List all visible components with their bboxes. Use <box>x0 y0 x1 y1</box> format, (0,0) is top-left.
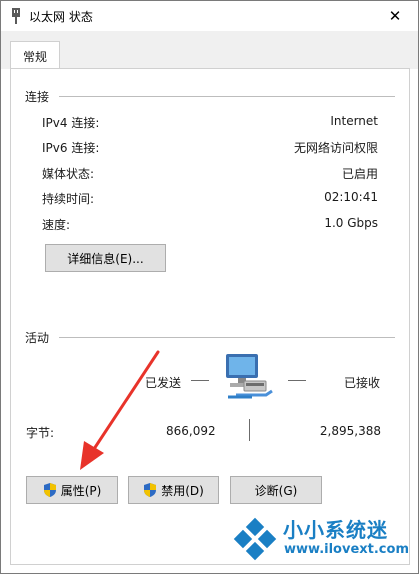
uac-shield-icon <box>144 483 157 497</box>
connection-divider <box>59 96 395 97</box>
sent-dash <box>191 380 209 381</box>
tab-general[interactable]: 常规 <box>10 41 60 70</box>
duration-value: 02:10:41 <box>324 190 378 204</box>
disable-button[interactable]: 禁用(D) <box>128 476 219 504</box>
uac-shield-icon <box>43 483 56 497</box>
close-button[interactable]: ✕ <box>372 1 418 31</box>
ipv6-label: IPv6 连接: <box>42 141 100 155</box>
watermark: 小小系统迷 www.ilovext.com <box>228 512 419 574</box>
speed-label: 速度: <box>42 218 71 232</box>
diagnose-button[interactable]: 诊断(G) <box>230 476 322 504</box>
bytes-sent-value: 866,092 <box>166 424 216 438</box>
ipv4-value: Internet <box>330 114 378 128</box>
activity-separator <box>249 419 250 441</box>
tab-label: 常规 <box>22 49 47 64</box>
close-icon: ✕ <box>388 7 402 25</box>
watermark-url: www.ilovext.com <box>284 542 409 557</box>
bytes-label: 字节: <box>26 426 55 440</box>
connection-group-label: 连接 <box>25 90 50 104</box>
ethernet-icon <box>12 8 20 24</box>
activity-divider <box>59 337 395 338</box>
activity-group-label: 活动 <box>25 331 50 345</box>
watermark-text: 小小系统迷 <box>283 518 388 542</box>
sent-label: 已发送 <box>145 376 182 390</box>
bytes-received-value: 2,895,388 <box>319 424 381 438</box>
duration-label: 持续时间: <box>42 192 95 206</box>
tab-strip: 常规 <box>1 31 418 70</box>
disable-button-label: 禁用(D) <box>161 483 204 498</box>
ipv6-value: 无网络访问权限 <box>293 141 378 155</box>
general-panel: 连接 IPv4 连接: Internet IPv6 连接: 无网络访问权限 媒体… <box>10 68 410 565</box>
speed-value: 1.0 Gbps <box>324 216 378 230</box>
ipv4-label: IPv4 连接: <box>42 116 100 130</box>
media-state-value: 已启用 <box>341 167 378 181</box>
details-button[interactable]: 详细信息(E)... <box>45 244 166 272</box>
properties-button[interactable]: 属性(P) <box>26 476 118 504</box>
received-label: 已接收 <box>344 376 381 390</box>
received-dash <box>288 380 306 381</box>
window-title: 以太网 状态 <box>29 10 93 24</box>
watermark-logo-icon <box>233 517 277 561</box>
media-state-label: 媒体状态: <box>42 167 95 181</box>
properties-button-label: 属性(P) <box>60 483 102 498</box>
network-computers-icon <box>226 354 273 399</box>
status-dialog: 以太网 状态 ✕ 常规 连接 IPv4 连接: Internet IPv6 连接… <box>0 0 419 574</box>
title-bar[interactable]: 以太网 状态 ✕ <box>1 1 418 31</box>
